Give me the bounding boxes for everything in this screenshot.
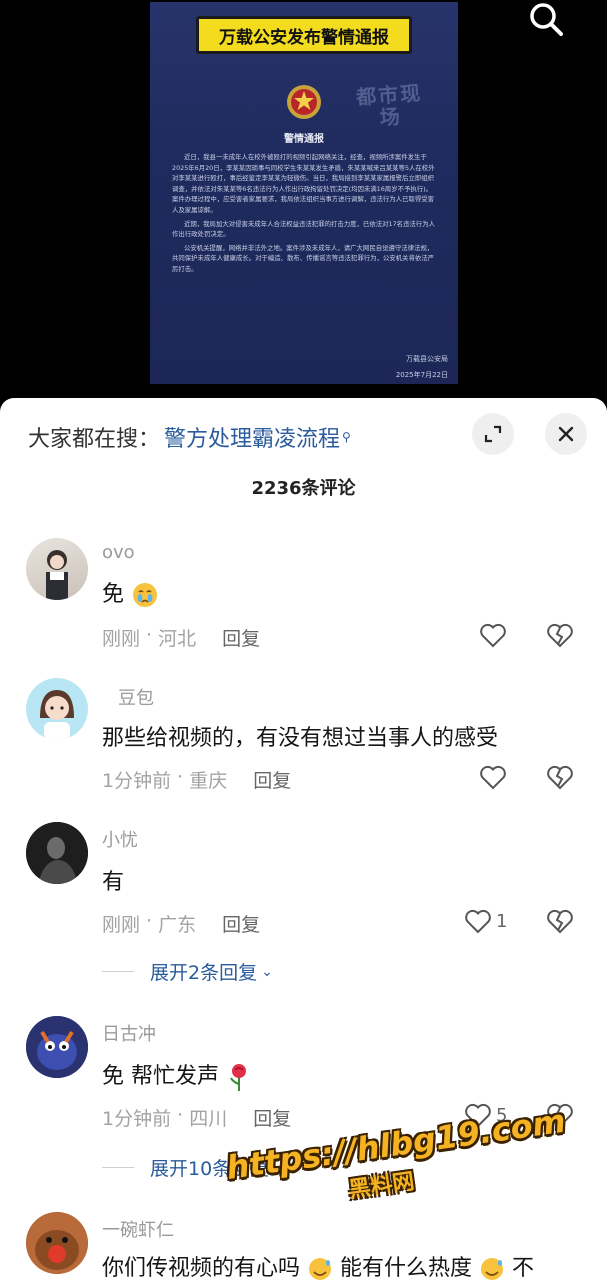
comment-location: 广东 bbox=[158, 914, 197, 936]
comment-username[interactable]: 小忧 bbox=[102, 826, 138, 852]
avatar[interactable] bbox=[26, 1016, 88, 1078]
comment-text-content: 不 bbox=[512, 1256, 535, 1280]
broken-heart-icon[interactable] bbox=[546, 908, 574, 934]
expand-replies-label: 展开2条回复 bbox=[150, 962, 258, 984]
like-count: 1 bbox=[496, 910, 508, 932]
reply-button[interactable]: 回复 bbox=[222, 910, 260, 937]
comment-meta: 1分钟前 · 重庆 回复 bbox=[102, 766, 291, 793]
watermark-brand: 黑料网 bbox=[347, 1169, 416, 1204]
avatar-image bbox=[26, 1016, 88, 1078]
heart-icon bbox=[465, 909, 491, 934]
comment-location: 四川 bbox=[189, 1108, 228, 1130]
comment-time: 刚刚 bbox=[102, 628, 141, 650]
reply-button[interactable]: 回复 bbox=[253, 766, 291, 793]
search-icon[interactable] bbox=[526, 0, 566, 40]
comment-count: 2236条评论 bbox=[251, 478, 356, 499]
comment-text: 那些给视频的，有没有想过当事人的感受 bbox=[102, 726, 499, 751]
avatar[interactable] bbox=[26, 1212, 88, 1274]
avatar-image bbox=[40, 690, 74, 740]
comment-text-content: 能有什么热度 bbox=[340, 1256, 473, 1280]
expand-icon bbox=[484, 425, 502, 443]
close-button[interactable] bbox=[545, 413, 587, 455]
sweat-smile-emoji-icon bbox=[309, 1258, 332, 1280]
police-badge-icon bbox=[287, 85, 321, 119]
avatar-image bbox=[26, 1212, 88, 1274]
expand-button[interactable] bbox=[472, 413, 514, 455]
rose-emoji-icon bbox=[230, 1064, 246, 1091]
poster-body: 近日，我县一未成年人在校外被殴打的视频引起网络关注，经查，视频所涉案件发生于20… bbox=[172, 152, 438, 278]
comment-text: 你们传视频的有心吗 能有什么热度 不 bbox=[102, 1250, 534, 1280]
comment-text: 免 bbox=[102, 576, 159, 609]
comment-text: 有 bbox=[102, 870, 125, 895]
reply-button[interactable]: 回复 bbox=[222, 624, 260, 651]
comment-location: 河北 bbox=[158, 628, 197, 650]
like-button[interactable]: 1 bbox=[464, 908, 507, 934]
comment-separator: · bbox=[171, 1104, 190, 1126]
police-notice-poster: 万载公安发布警情通报 都市现场 警情通报 近日，我县一未成年人在校外被殴打的视频… bbox=[150, 2, 458, 384]
comment-location: 重庆 bbox=[189, 770, 228, 792]
poster-paragraph: 近日，我县一未成年人在校外被殴打的视频引起网络关注，经查，视频所涉案件发生于20… bbox=[172, 153, 435, 214]
video-player[interactable]: 万载公安发布警情通报 都市现场 警情通报 近日，我县一未成年人在校外被殴打的视频… bbox=[0, 0, 607, 420]
broken-heart-icon[interactable] bbox=[546, 764, 574, 790]
comment-meta: 刚刚 · 河北 回复 bbox=[102, 624, 260, 651]
comment-text-content: 免 bbox=[102, 582, 125, 607]
chevron-down-icon: ⌄ bbox=[261, 963, 273, 980]
hot-search-row: 大家都在搜： 警方处理霸凌流程 ⚲ bbox=[28, 420, 351, 454]
comment-time: 1分钟前 bbox=[102, 770, 172, 792]
poster-watermark: 都市现场 bbox=[355, 80, 423, 130]
comment-username[interactable]: 豆包 bbox=[118, 684, 154, 710]
comment-time: 1分钟前 bbox=[102, 1108, 172, 1130]
poster-subtitle: 警情通报 bbox=[284, 134, 324, 145]
hot-search-prefix: 大家都在搜： bbox=[28, 427, 161, 452]
avatar-image bbox=[46, 550, 68, 600]
comment-text-content: 免 帮忙发声 bbox=[102, 1064, 219, 1089]
comment-username[interactable]: ovo bbox=[102, 542, 135, 563]
poster-title: 万载公安发布警情通报 bbox=[196, 16, 412, 54]
heart-icon bbox=[480, 623, 506, 648]
heart-icon bbox=[480, 765, 506, 790]
like-button[interactable] bbox=[479, 764, 511, 790]
comment-meta: 1分钟前 · 四川 回复 bbox=[102, 1104, 291, 1131]
close-icon bbox=[558, 426, 574, 442]
divider bbox=[102, 1167, 134, 1168]
poster-signature: 万载县公安局 bbox=[406, 355, 448, 363]
comment-time: 刚刚 bbox=[102, 914, 141, 936]
comment-separator: · bbox=[140, 910, 159, 932]
sweat-smile-emoji-icon bbox=[481, 1258, 504, 1280]
expand-replies-button[interactable]: 展开2条回复 ⌄ bbox=[102, 958, 273, 985]
avatar[interactable] bbox=[26, 538, 88, 600]
poster-paragraph: 近期，我局加大对侵害未成年人合法权益违法犯罪的打击力度，已依法对17名违法行为人… bbox=[172, 219, 435, 239]
comment-meta: 刚刚 · 广东 回复 bbox=[102, 910, 260, 937]
poster-date: 2025年7月22日 bbox=[395, 371, 448, 379]
avatar[interactable] bbox=[26, 822, 88, 884]
like-button[interactable] bbox=[479, 622, 511, 648]
search-mini-icon: ⚲ bbox=[342, 430, 351, 444]
crying-face-emoji-icon bbox=[133, 583, 158, 607]
comment-separator: · bbox=[140, 624, 159, 646]
divider bbox=[102, 971, 134, 972]
hot-search-link[interactable]: 警方处理霸凌流程 bbox=[164, 421, 340, 453]
comment-text: 免 帮忙发声 bbox=[102, 1058, 252, 1092]
avatar-image bbox=[26, 822, 88, 884]
comment-username[interactable]: 一碗虾仁 bbox=[102, 1216, 174, 1242]
comment-text-content: 你们传视频的有心吗 bbox=[102, 1256, 301, 1280]
broken-heart-icon[interactable] bbox=[546, 622, 574, 648]
avatar[interactable] bbox=[26, 678, 88, 740]
comment-separator: · bbox=[171, 766, 190, 788]
comment-username[interactable]: 日古冲 bbox=[102, 1020, 156, 1046]
reply-button[interactable]: 回复 bbox=[253, 1104, 291, 1131]
poster-paragraph: 公安机关提醒，网络并非法外之地。案件涉及未成年人，请广大网民自觉遵守法律法规，共… bbox=[172, 243, 435, 273]
